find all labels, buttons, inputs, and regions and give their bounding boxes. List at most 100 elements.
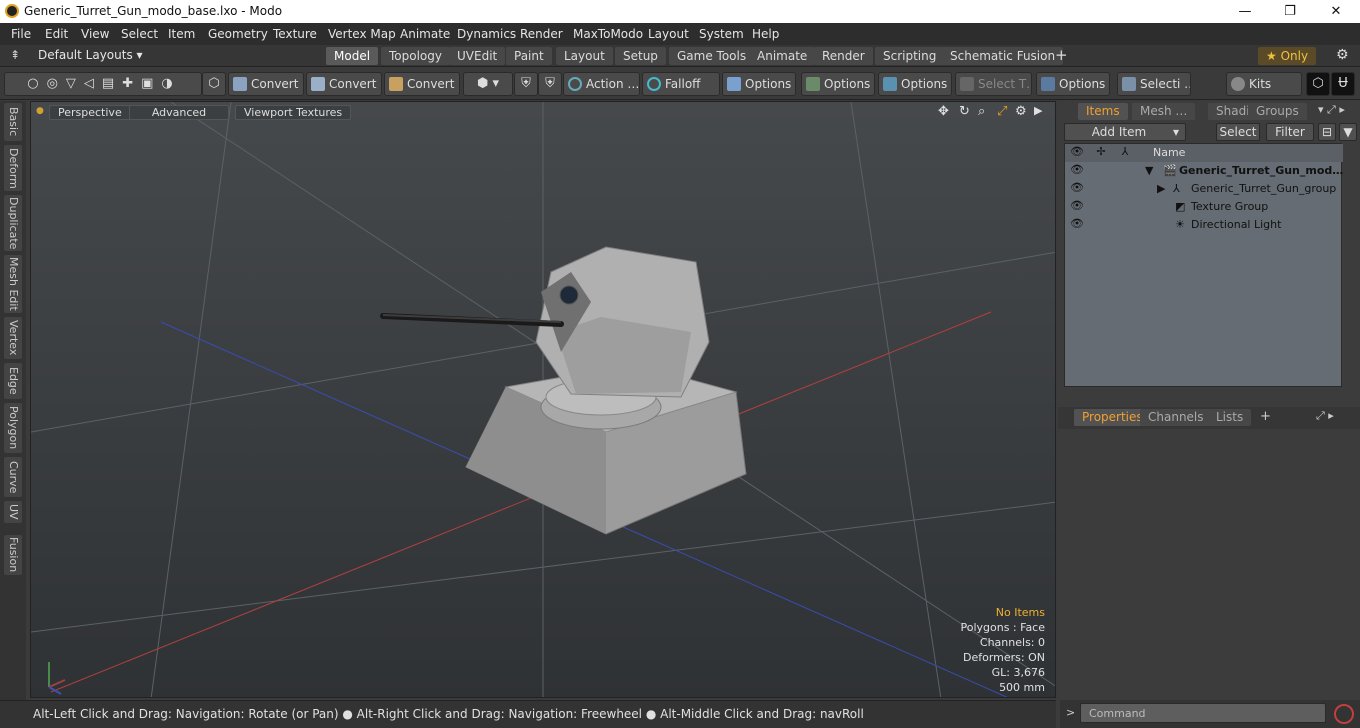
- select-through-button[interactable]: Select T…: [955, 72, 1032, 96]
- viewport-options-icon[interactable]: ●: [36, 106, 44, 116]
- expand-arrow-icon[interactable]: ▶: [1157, 182, 1165, 195]
- options-button-1[interactable]: Options: [722, 72, 796, 96]
- tab-render[interactable]: Render: [814, 47, 873, 65]
- vtab-polygon[interactable]: Polygon: [4, 403, 22, 453]
- vtab-fusion[interactable]: Fusion: [4, 535, 22, 575]
- menu-help[interactable]: Help: [752, 27, 779, 41]
- tab-items[interactable]: Items: [1078, 103, 1128, 120]
- layout-arrow-icon[interactable]: ⇞: [10, 48, 20, 62]
- tab-uvedit[interactable]: UVEdit: [449, 47, 506, 65]
- menu-layout[interactable]: Layout: [648, 27, 689, 41]
- tab-animate[interactable]: Animate: [749, 47, 816, 65]
- kits-button[interactable]: Kits: [1226, 72, 1302, 96]
- tree-item-directional-light[interactable]: 👁 ☀ Directional Light: [1065, 216, 1343, 234]
- close-button[interactable]: ✕: [1313, 0, 1359, 23]
- convert-button-3[interactable]: Convert: [384, 72, 460, 96]
- add-tab-icon[interactable]: +: [1260, 409, 1271, 424]
- vtab-basic[interactable]: Basic: [4, 103, 22, 141]
- tree-item-scene[interactable]: 👁 ▼ 🎬 Generic_Turret_Gun_mod…: [1065, 162, 1343, 180]
- expand-arrow-icon[interactable]: ▼: [1145, 164, 1153, 177]
- minimize-button[interactable]: —: [1222, 0, 1268, 23]
- panel-options-icons[interactable]: ⤢ ▸: [1316, 409, 1334, 423]
- menu-texture[interactable]: Texture: [273, 27, 317, 41]
- visibility-eye-icon[interactable]: 👁: [1069, 181, 1085, 197]
- tab-schematic-fusion[interactable]: Schematic Fusion: [942, 47, 1064, 65]
- unreal-icon[interactable]: Ʉ: [1331, 72, 1355, 96]
- tab-channels[interactable]: Channels: [1140, 409, 1212, 426]
- selection-sets-button[interactable]: Selecti …: [1117, 72, 1191, 96]
- pan-icon[interactable]: ✥: [938, 104, 949, 119]
- selection-mode-icons[interactable]: ○◎▽◁▤✚▣◑: [4, 72, 202, 96]
- snapping-dropdown[interactable]: ⬢ ▾: [463, 72, 513, 96]
- menu-item[interactable]: Item: [168, 27, 195, 41]
- visibility-eye-icon[interactable]: 👁: [1069, 217, 1085, 233]
- tab-groups[interactable]: Groups: [1248, 103, 1307, 120]
- menu-animate[interactable]: Animate: [400, 27, 450, 41]
- vtab-deform[interactable]: Deform: [4, 145, 22, 191]
- viewport-gear-icon[interactable]: ⚙: [1015, 104, 1027, 119]
- tab-game-tools[interactable]: Game Tools: [669, 47, 755, 65]
- vtab-vertex[interactable]: Vertex: [4, 317, 22, 359]
- vtab-edge[interactable]: Edge: [4, 363, 22, 399]
- menu-edit[interactable]: Edit: [45, 27, 68, 41]
- turret-model[interactable]: [380, 246, 747, 535]
- only-toggle[interactable]: ★ Only: [1258, 47, 1317, 65]
- maximize-viewport-icon[interactable]: ⤢: [997, 104, 1007, 119]
- menu-render[interactable]: Render: [520, 27, 563, 41]
- vtab-curve[interactable]: Curve: [4, 457, 22, 497]
- tab-paint[interactable]: Paint: [506, 47, 552, 65]
- action-center-button[interactable]: Action …: [563, 72, 640, 96]
- collapse-icon[interactable]: ⊟: [1318, 123, 1336, 141]
- add-tab-button[interactable]: +: [1055, 46, 1068, 64]
- convert-button-2[interactable]: Convert: [306, 72, 382, 96]
- default-layouts-dropdown[interactable]: Default Layouts ▾: [38, 48, 143, 62]
- record-macro-icon[interactable]: [1334, 704, 1354, 724]
- menu-select[interactable]: Select: [121, 27, 158, 41]
- tree-item-group[interactable]: 👁 ▶ ⅄ Generic_Turret_Gun_group: [1065, 180, 1343, 198]
- panel-options-icons[interactable]: ▾ ⤢ ▸: [1318, 103, 1345, 117]
- advanced-button[interactable]: Advanced: [129, 105, 229, 120]
- menu-system[interactable]: System: [699, 27, 744, 41]
- filter-button[interactable]: Filter: [1266, 123, 1314, 141]
- tab-model[interactable]: Model: [326, 47, 379, 65]
- perspective-button[interactable]: Perspective: [49, 105, 131, 120]
- tab-topology[interactable]: Topology: [381, 47, 450, 65]
- visibility-eye-icon[interactable]: 👁: [1069, 163, 1085, 179]
- menu-maxtomodo[interactable]: MaxToModo: [573, 27, 643, 41]
- unity-icon[interactable]: ⬡: [1306, 72, 1330, 96]
- tab-setup[interactable]: Setup: [615, 47, 666, 65]
- options-button-3[interactable]: Options: [878, 72, 952, 96]
- zoom-icon[interactable]: ⌕: [978, 104, 985, 119]
- maximize-button[interactable]: ❐: [1267, 0, 1313, 23]
- funnel-filter-icon[interactable]: ▼: [1339, 123, 1357, 141]
- workplane-icon[interactable]: ⛨: [538, 72, 562, 96]
- symmetry-icon[interactable]: ⛨: [514, 72, 538, 96]
- item-mode-icon[interactable]: ⬡: [202, 72, 226, 96]
- 3d-viewport[interactable]: ● Perspective Advanced Viewport Textures…: [30, 101, 1056, 698]
- select-button[interactable]: Select: [1216, 123, 1260, 141]
- visibility-eye-icon[interactable]: 👁: [1069, 199, 1085, 215]
- command-input[interactable]: Command: [1080, 703, 1326, 723]
- viewport-menu-arrow-icon[interactable]: ▶: [1034, 104, 1042, 117]
- rotate-icon[interactable]: ↻: [959, 104, 970, 119]
- tab-scripting[interactable]: Scripting: [875, 47, 945, 65]
- tree-item-texture-group[interactable]: 👁 ◩ Texture Group: [1065, 198, 1343, 216]
- menu-file[interactable]: File: [11, 27, 31, 41]
- menu-dynamics[interactable]: Dynamics: [457, 27, 516, 41]
- options-button-4[interactable]: Options: [1036, 72, 1110, 96]
- vtab-uv[interactable]: UV: [4, 501, 22, 523]
- add-item-button[interactable]: Add Item ▾: [1064, 123, 1186, 141]
- tab-mesh[interactable]: Mesh …: [1132, 103, 1196, 120]
- viewport-textures-button[interactable]: Viewport Textures: [235, 105, 352, 120]
- tab-lists[interactable]: Lists: [1208, 409, 1252, 426]
- convert-button-1[interactable]: Convert: [228, 72, 304, 96]
- vtab-duplicate[interactable]: Duplicate: [4, 195, 22, 251]
- tab-layout[interactable]: Layout: [556, 47, 613, 65]
- menu-view[interactable]: View: [81, 27, 109, 41]
- falloff-button[interactable]: Falloff: [642, 72, 720, 96]
- menu-geometry[interactable]: Geometry: [208, 27, 268, 41]
- settings-gear-icon[interactable]: ⚙: [1336, 47, 1349, 63]
- vtab-mesh-edit[interactable]: Mesh Edit: [4, 255, 22, 313]
- menu-vertex-map[interactable]: Vertex Map: [328, 27, 396, 41]
- options-button-2[interactable]: Options: [801, 72, 875, 96]
